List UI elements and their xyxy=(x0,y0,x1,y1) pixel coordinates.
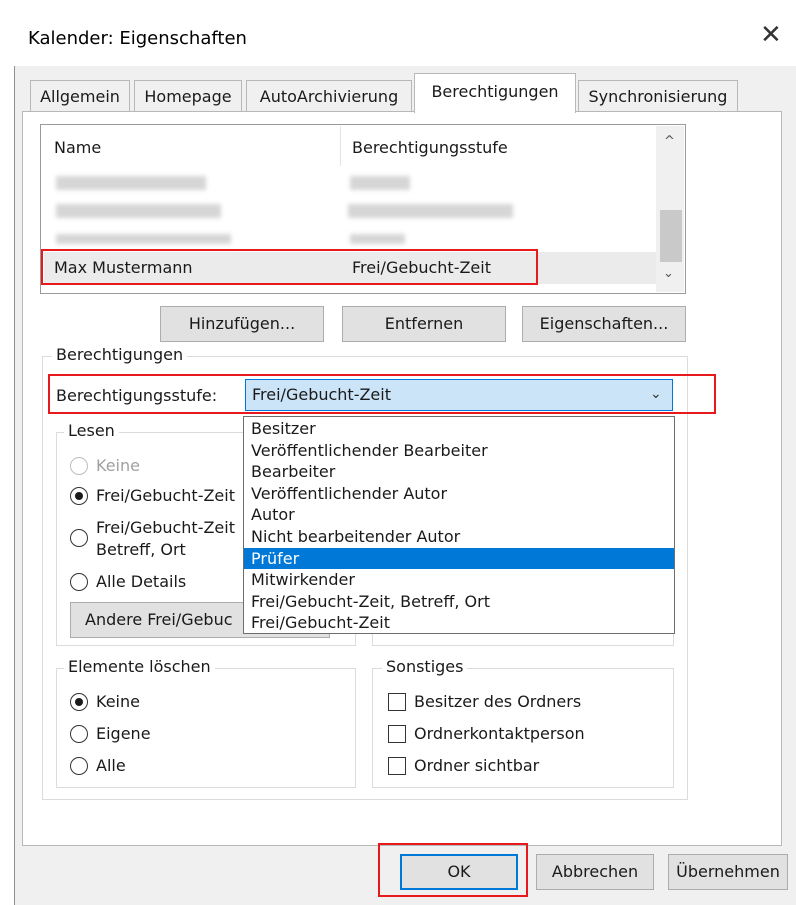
dropdown-option[interactable]: Veröffentlichender Autor xyxy=(244,483,674,505)
tab-synchronisierung[interactable]: Synchronisierung xyxy=(578,80,738,112)
scroll-down-icon[interactable]: ⌄ xyxy=(663,266,674,281)
dropdown-option[interactable]: Bearbeiter xyxy=(244,461,674,483)
dropdown-option-highlighted[interactable]: Prüfer xyxy=(244,547,674,570)
read-freebusy-radio[interactable] xyxy=(70,487,88,505)
dropdown-option[interactable]: Autor xyxy=(244,504,674,526)
read-all-radio[interactable] xyxy=(70,573,88,591)
other-group-label: Sonstiges xyxy=(382,657,468,676)
obscured-row-name xyxy=(56,234,231,244)
permissions-group-label: Berechtigungen xyxy=(52,345,188,364)
column-divider xyxy=(340,126,341,166)
delete-all-radio[interactable] xyxy=(70,757,88,775)
delete-own-label: Eigene xyxy=(96,724,151,743)
cancel-button[interactable]: Abbrechen xyxy=(536,854,654,890)
scroll-up-icon[interactable]: ^ xyxy=(664,134,675,149)
delete-group-label: Elemente löschen xyxy=(64,657,215,676)
obscured-row-name xyxy=(56,176,206,190)
delete-none-label: Keine xyxy=(96,692,140,711)
read-all-label: Alle Details xyxy=(96,572,187,591)
properties-button[interactable]: Eigenschaften... xyxy=(522,306,686,342)
column-header-name[interactable]: Name xyxy=(54,138,101,157)
tab-allgemein[interactable]: Allgemein xyxy=(30,80,130,112)
read-group-label: Lesen xyxy=(64,421,119,440)
delete-all-label: Alle xyxy=(96,756,126,775)
owner-checkbox-label: Besitzer des Ordners xyxy=(414,692,582,711)
delete-own-radio[interactable] xyxy=(70,725,88,743)
highlight-box-ok xyxy=(378,843,528,897)
scrollbar-thumb[interactable] xyxy=(660,210,682,262)
level-dropdown-list[interactable]: Besitzer Veröffentlichender Bearbeiter B… xyxy=(243,416,675,634)
dropdown-option[interactable]: Nicht bearbeitender Autor xyxy=(244,526,674,548)
tab-homepage[interactable]: Homepage xyxy=(134,80,242,112)
visible-checkbox-label: Ordner sichtbar xyxy=(414,756,540,775)
column-header-level[interactable]: Berechtigungsstufe xyxy=(352,138,508,157)
read-freebusy-subject-label: Frei/Gebucht-Zeit xyxy=(96,518,235,537)
tab-berechtigungen[interactable]: Berechtigungen xyxy=(414,73,576,113)
visible-checkbox[interactable] xyxy=(388,757,406,775)
dropdown-option[interactable]: Frei/Gebucht-Zeit xyxy=(244,612,674,634)
dropdown-option[interactable]: Besitzer xyxy=(244,418,674,440)
read-none-radio xyxy=(70,457,88,475)
owner-checkbox[interactable] xyxy=(388,693,406,711)
dropdown-option[interactable]: Veröffentlichender Bearbeiter xyxy=(244,440,674,462)
dropdown-option[interactable]: Frei/Gebucht-Zeit, Betreff, Ort xyxy=(244,591,674,613)
obscured-row-level xyxy=(350,234,405,244)
close-icon[interactable]: ✕ xyxy=(760,22,782,48)
apply-button[interactable]: Übernehmen xyxy=(668,854,788,890)
contact-checkbox[interactable] xyxy=(388,725,406,743)
dropdown-option[interactable]: Mitwirkender xyxy=(244,569,674,591)
read-freebusy-subject-label-2: Betreff, Ort xyxy=(96,540,186,559)
remove-button[interactable]: Entfernen xyxy=(342,306,506,342)
contact-checkbox-label: Ordnerkontaktperson xyxy=(414,724,585,743)
read-none-label: Keine xyxy=(96,456,140,475)
add-button[interactable]: Hinzufügen... xyxy=(160,306,324,342)
read-freebusy-label: Frei/Gebucht-Zeit xyxy=(96,486,235,505)
highlight-box-level xyxy=(48,374,716,414)
obscured-row-name xyxy=(56,204,221,218)
obscured-row-level xyxy=(348,204,513,218)
delete-none-radio[interactable] xyxy=(70,693,88,711)
obscured-row-level xyxy=(350,176,410,190)
tab-autoarchivierung[interactable]: AutoArchivierung xyxy=(246,80,412,112)
window-title: Kalender: Eigenschaften xyxy=(28,28,247,49)
read-freebusy-subject-radio[interactable] xyxy=(70,529,88,547)
highlight-box-row xyxy=(41,249,538,285)
